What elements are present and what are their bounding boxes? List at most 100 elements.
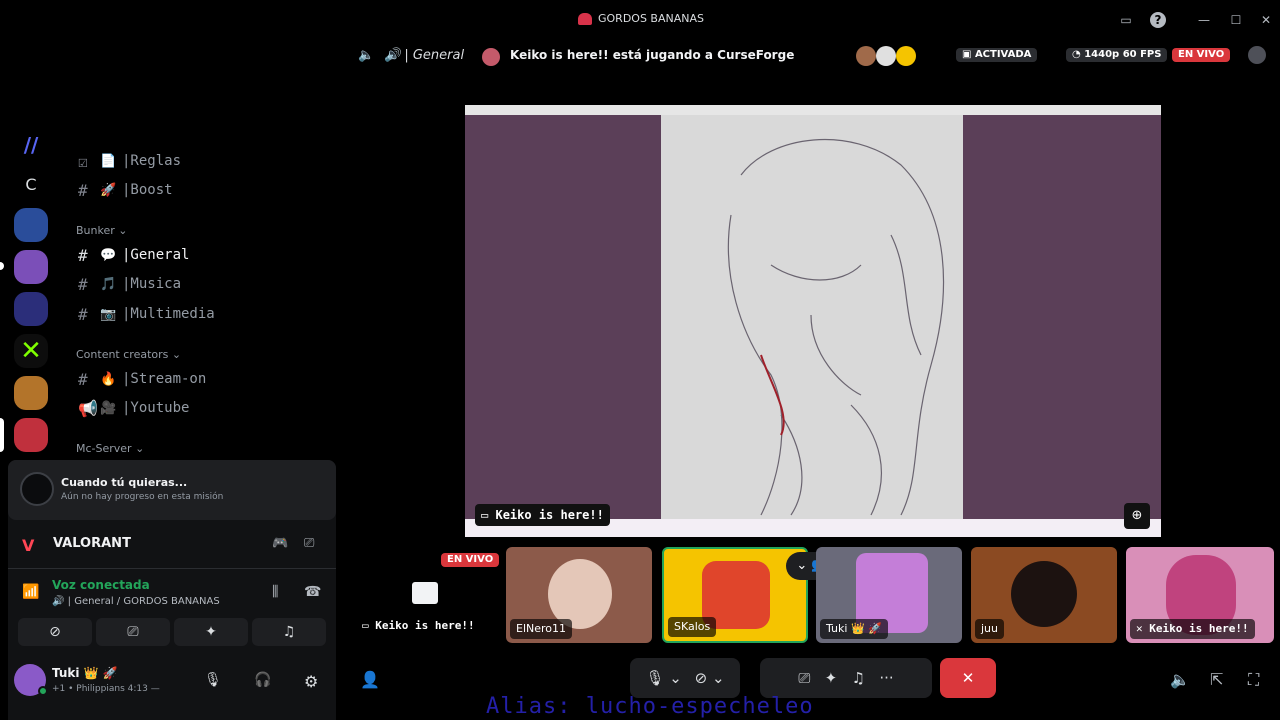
fullscreen-icon[interactable]: ⛶ (1248, 670, 1259, 690)
share-screen-button[interactable]: ⎚ (96, 618, 170, 646)
microphone-button[interactable]: 🎙 ⌄ ⊘ ⌄ (630, 658, 740, 698)
activity-game[interactable]: VALORANT (53, 536, 131, 551)
activities-button[interactable]: ✦ (174, 618, 248, 646)
category-label: Mc-Server (76, 442, 132, 455)
signal-icon: 📶 (22, 584, 40, 600)
noise-suppression-icon[interactable]: ⫼ (272, 584, 278, 600)
chevron-down-icon: ⌄ (711, 669, 725, 687)
category-bunker[interactable]: Bunker ⌄ (76, 224, 127, 237)
voice-status[interactable]: Voz conectada (52, 578, 150, 592)
category-mc-server[interactable]: Mc-Server ⌄ (76, 442, 144, 455)
participant-tile[interactable]: ✕ Keiko is here!! (1126, 547, 1274, 643)
hash-icon: # (78, 245, 88, 265)
streamed-window-titlebar (465, 105, 1161, 115)
activity-controls[interactable]: ⎚ ✦ ♫ ··· (760, 658, 932, 698)
channel-label: |Musica (122, 276, 182, 292)
activated-label: ACTIVADA (974, 49, 1032, 60)
channel-label: |General (122, 247, 190, 263)
participant-name-text: Keiko is here!! (1149, 622, 1249, 635)
signal-icon: ◔ (1072, 49, 1081, 60)
stream-game-icon[interactable]: ⎚ (304, 536, 314, 551)
server-icon-purple[interactable] (14, 250, 48, 284)
participant-tile[interactable]: Tuki 👑 🚀 (816, 547, 962, 643)
game-icon: ▣ (962, 49, 972, 60)
header-channel-text: | General (404, 48, 465, 63)
viewer-avatars[interactable] (856, 46, 936, 66)
activated-chip[interactable]: ▣ ACTIVADA (956, 48, 1038, 62)
quest-subtitle: Aún no hay progreso en esta misión (61, 492, 224, 502)
inbox-icon[interactable]: ▭ (1118, 12, 1134, 28)
gamepad-icon[interactable]: 🎮 (272, 536, 288, 551)
voice-channel: 🔊 | General / GORDOS BANANAS (52, 596, 220, 607)
server-icon-slash[interactable]: // (14, 128, 48, 162)
user-status: +1 • Philippians 4:13 — (52, 684, 160, 694)
participant-name: Tuki 👑 🚀 (820, 619, 888, 639)
server-icon-letter[interactable]: C (14, 168, 48, 202)
server-icon-sunset[interactable] (14, 376, 48, 410)
server-icon-blue[interactable] (14, 208, 48, 242)
share-screen-icon: ⎚ (798, 669, 811, 687)
microphone-icon[interactable]: 🎙 (204, 672, 222, 688)
popout-icon[interactable]: ⇱ (1210, 670, 1223, 689)
screen-icon: ▭ (362, 619, 369, 632)
header-channel[interactable]: 🔊 | General (384, 48, 464, 63)
server-icon-avatar[interactable] (14, 292, 48, 326)
headphones-icon[interactable]: 🎧 (254, 672, 271, 688)
window-title-text: GORDOS BANANAS (598, 12, 704, 25)
channel-label: |Reglas (122, 153, 182, 169)
category-content-creators[interactable]: Content creators ⌄ (76, 348, 181, 361)
participant-tile[interactable]: ElNero11 (506, 547, 652, 643)
channel-emoji: 🎵 (100, 276, 117, 292)
disconnect-icon[interactable]: ☎ (304, 584, 321, 600)
leave-call-button[interactable]: ✕ (940, 658, 996, 698)
invite-icon[interactable]: 👤 (360, 670, 380, 689)
activity-text: Keiko is here!! está jugando a CurseForg… (510, 48, 795, 62)
volume-icon[interactable]: 🔈 (1170, 670, 1190, 689)
quality-label: 1440p 60 FPS (1084, 49, 1162, 60)
zoom-in-icon[interactable]: ⊕ (1124, 503, 1150, 529)
settings-gear-icon[interactable]: ⚙ (304, 672, 318, 691)
close-window-button[interactable]: ✕ (1258, 12, 1274, 28)
screen-icon: ▭ (481, 508, 489, 522)
channel-boost[interactable]: # 🚀 |Boost (78, 177, 173, 203)
live-badge: EN VIVO (441, 553, 500, 567)
activities-icon: ✦ (824, 669, 838, 687)
channel-stream-on[interactable]: # 🔥 |Stream-on (78, 366, 206, 392)
chevron-down-icon: ⌄ (135, 442, 145, 455)
participant-tile[interactable]: juu (971, 547, 1117, 643)
divider (8, 568, 336, 569)
channel-youtube[interactable]: 📢 🎥 |Youtube (78, 395, 189, 421)
drawing-canvas (661, 115, 963, 521)
maximize-button[interactable]: ☐ (1228, 12, 1244, 28)
server-icon-xbox[interactable]: ✕ (14, 334, 48, 368)
channel-musica[interactable]: # 🎵 |Musica (78, 271, 181, 297)
unread-pill (0, 262, 4, 270)
alias-overlay: Alias: lucho-especheleo (486, 694, 814, 719)
chat-icon[interactable] (1248, 46, 1266, 64)
server-icon-gordos[interactable] (14, 418, 48, 452)
channel-emoji: 🚀 (100, 182, 117, 198)
participant-avatar (1011, 561, 1077, 627)
sketch-drawing (727, 138, 945, 516)
channel-general[interactable]: # 💬 |General (78, 242, 189, 268)
participant-name: ElNero11 (510, 619, 573, 639)
quality-chip[interactable]: ◔ 1440p 60 FPS (1066, 48, 1168, 62)
stream-nameplate: ▭ Keiko is here!! (475, 504, 610, 526)
participant-name: juu (975, 619, 1004, 639)
channel-label: |Boost (122, 182, 173, 198)
channel-emoji: 📄 (100, 153, 117, 169)
user-name[interactable]: Tuki 👑 🚀 (52, 666, 118, 680)
help-icon[interactable]: ? (1150, 12, 1166, 28)
channel-multimedia[interactable]: # 📷 |Multimedia (78, 301, 215, 327)
self-stream-label[interactable]: ▭ Keiko is here!! (362, 619, 475, 632)
minimize-button[interactable]: — (1196, 12, 1212, 28)
channel-reglas[interactable]: ☑ 📄 |Reglas (78, 148, 181, 174)
soundboard-button[interactable]: ♫ (252, 618, 326, 646)
streamer-avatar (482, 48, 500, 66)
chevron-down-icon: ⌄ (118, 224, 128, 237)
speaker-icon: 🔊 (52, 596, 65, 607)
quest-card[interactable]: Cuando tú quieras... Aún no hay progreso… (8, 460, 336, 520)
stream-view[interactable] (465, 105, 1161, 537)
camera-off-button[interactable]: ⊘ (18, 618, 92, 646)
channel-emoji: 💬 (100, 247, 117, 263)
